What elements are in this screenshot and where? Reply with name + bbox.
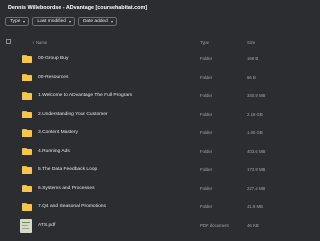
folder-icon xyxy=(22,92,32,100)
table-row[interactable]: 5.The Data Feedback Loop Folder 173.9 MB xyxy=(0,161,300,180)
table-row[interactable]: ATS.pdf PDF document 46 KB xyxy=(0,217,300,236)
row-size: 403.6 MB xyxy=(247,148,266,154)
row-size: 56 B xyxy=(247,74,256,80)
table-row[interactable]: 6.Systems and Processes Folder 227.4 MB xyxy=(0,180,300,199)
folder-icon xyxy=(22,110,32,119)
row-size: 2.18 GB xyxy=(247,111,263,117)
filter-last-modified-label: Last modified xyxy=(37,19,66,24)
row-size: 46 KB xyxy=(247,222,259,228)
row-name: 00-Group Buy xyxy=(38,56,69,61)
file-list: 00-Group Buy Folder 168 B 00-Resources F… xyxy=(0,50,300,235)
folder-icon xyxy=(22,55,32,63)
row-size: 340.9 MB xyxy=(247,93,266,98)
folder-icon xyxy=(22,147,32,156)
folder-icon xyxy=(22,184,32,193)
sort-arrow-icon: ↑ xyxy=(32,40,34,45)
column-header-type[interactable]: Type xyxy=(200,40,209,45)
row-name: 4.Running Ads xyxy=(38,148,70,154)
row-name: 6.Systems and Processes xyxy=(38,185,95,191)
row-name: ATS.pdf xyxy=(38,222,56,228)
filter-bar: Type Last modified Date added xyxy=(5,17,117,26)
column-header-size[interactable]: Size xyxy=(247,40,255,45)
folder-icon xyxy=(22,203,32,211)
row-name: 7.Q4 and Seasonal Promotions xyxy=(38,204,106,209)
row-type: Folder xyxy=(200,130,213,135)
row-name: 00-Resources xyxy=(38,74,69,80)
row-type: Folder xyxy=(200,74,213,80)
table-row[interactable]: 4.Running Ads Folder 403.6 MB xyxy=(0,143,300,162)
chevron-down-icon xyxy=(110,20,113,23)
filter-type-button[interactable]: Type xyxy=(5,17,30,26)
table-row[interactable]: 2.Understanding Your Customer Folder 2.1… xyxy=(0,106,300,125)
chevron-down-icon xyxy=(68,20,71,23)
page-title: Dennis Willeboordse - ADvantage [courseh… xyxy=(8,5,148,11)
table-header: ↑ Name Type Size xyxy=(0,36,300,48)
row-type: Folder xyxy=(200,56,213,61)
row-name: 3.Content Mastery xyxy=(38,130,78,135)
row-size: 168 B xyxy=(247,56,259,61)
row-type: Folder xyxy=(200,148,213,154)
table-row[interactable]: 00-Group Buy Folder 168 B xyxy=(0,50,300,69)
filter-last-modified-button[interactable]: Last modified xyxy=(32,17,75,26)
row-type: Folder xyxy=(200,93,213,98)
table-row[interactable]: 1.Welcome to ADvantage The Full Program … xyxy=(0,87,300,106)
table-row[interactable]: 3.Content Mastery Folder 1.08 GB xyxy=(0,124,300,143)
pdf-thumbnail-icon xyxy=(20,218,32,233)
row-size: 1.08 GB xyxy=(247,130,263,135)
row-type: Folder xyxy=(200,111,213,117)
row-size: 173.9 MB xyxy=(247,167,266,172)
table-row[interactable]: 00-Resources Folder 56 B xyxy=(0,69,300,88)
select-all-checkbox[interactable] xyxy=(6,38,11,44)
row-name: 1.Welcome to ADvantage The Full Program xyxy=(38,93,133,98)
folder-icon xyxy=(22,166,32,174)
row-name: 2.Understanding Your Customer xyxy=(38,111,108,117)
filter-date-added-button[interactable]: Date added xyxy=(77,17,117,26)
row-type: Folder xyxy=(200,185,213,191)
row-name: 5.The Data Feedback Loop xyxy=(38,167,98,172)
column-header-name-label: Name xyxy=(36,40,48,45)
folder-icon xyxy=(22,129,32,137)
row-size: 41.8 MB xyxy=(247,204,264,209)
row-type: Folder xyxy=(200,204,213,209)
filter-type-label: Type xyxy=(10,19,21,24)
folder-icon xyxy=(22,73,32,82)
chevron-down-icon xyxy=(23,20,26,23)
column-header-name[interactable]: ↑ Name xyxy=(32,40,47,45)
filter-date-added-label: Date added xyxy=(82,19,108,24)
row-size: 227.4 MB xyxy=(247,185,266,191)
table-row[interactable]: 7.Q4 and Seasonal Promotions Folder 41.8… xyxy=(0,198,300,217)
row-type: PDF document xyxy=(200,222,229,228)
row-type: Folder xyxy=(200,167,213,172)
